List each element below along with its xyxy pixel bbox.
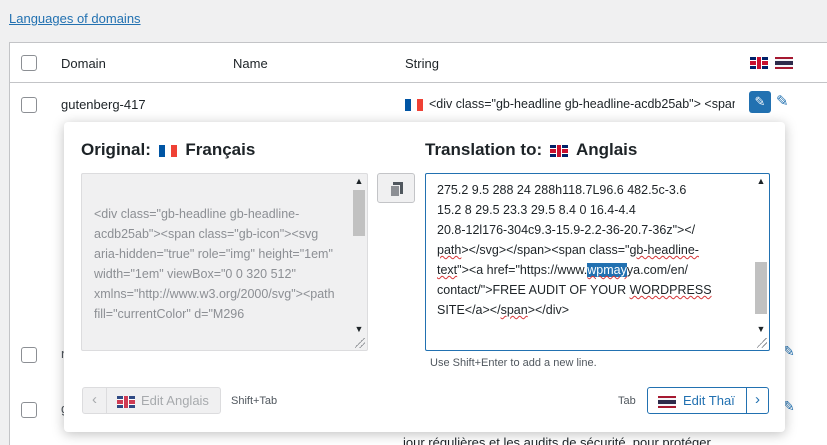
original-scrollbar[interactable]: ▲ ▼ bbox=[351, 174, 367, 350]
edit-next-text: Edit Thaï bbox=[683, 393, 735, 408]
spell-error: text bbox=[437, 263, 458, 277]
translation-scrollbar[interactable]: ▲ ▼ bbox=[753, 174, 769, 350]
edit-next-button[interactable]: Edit Thaï › bbox=[647, 387, 769, 414]
fr-flag-icon bbox=[405, 98, 423, 111]
uk-flag-icon bbox=[750, 57, 768, 69]
translation-line: text"><a href="https://www.wpmayya.com/e… bbox=[437, 260, 747, 280]
scroll-up-icon[interactable]: ▲ bbox=[753, 174, 769, 188]
edit-next-label: Edit Thaï bbox=[658, 393, 735, 408]
selected-text: wpmay bbox=[587, 263, 627, 277]
translation-label: Translation to: bbox=[425, 140, 543, 159]
scroll-down-icon[interactable]: ▼ bbox=[753, 322, 769, 336]
tab-shortcut: Tab bbox=[618, 395, 636, 407]
edit-previous-button[interactable]: ‹ Edit Anglais bbox=[82, 387, 221, 414]
translation-line: 15.2 8 29.5 23.3 29.5 8.4 0 16.4-4.4 bbox=[437, 203, 636, 217]
resize-grip-icon[interactable] bbox=[355, 338, 365, 348]
row-domain: gutenberg-417 bbox=[61, 97, 146, 112]
scroll-thumb[interactable] bbox=[353, 190, 365, 236]
edit-english-button[interactable]: ✎ bbox=[749, 91, 771, 113]
edit-previous-label: Edit Anglais bbox=[117, 393, 209, 408]
original-title: Original: Français bbox=[81, 140, 255, 160]
translation-title: Translation to: Anglais bbox=[425, 140, 637, 160]
original-text: <div class="gb-headline gb-headline-acdb… bbox=[94, 207, 335, 321]
copy-icon-back bbox=[390, 185, 400, 197]
row-string-text: <div class="gb-headline gb-headline-acdb… bbox=[429, 97, 735, 111]
translation-line: contact/">FREE AUDIT OF YOUR WORDPRESS bbox=[437, 280, 747, 300]
translation-line: 275.2 9.5 288 24 288h118.7L96.6 482.5c-3… bbox=[437, 183, 687, 197]
text-segment: ></svg></span><span class=" bbox=[461, 243, 630, 257]
column-name[interactable]: Name bbox=[233, 56, 268, 71]
select-all-checkbox[interactable] bbox=[21, 55, 37, 71]
row-checkbox[interactable] bbox=[21, 347, 37, 363]
text-segment: "><a href="https://www. bbox=[457, 263, 588, 277]
row-checkbox[interactable] bbox=[21, 402, 37, 418]
new-line-hint: Use Shift+Enter to add a new line. bbox=[430, 357, 597, 369]
copy-original-button[interactable] bbox=[377, 173, 415, 203]
row-checkbox[interactable] bbox=[21, 97, 37, 113]
column-string[interactable]: String bbox=[405, 56, 439, 71]
text-segment: SITE</a></ bbox=[437, 303, 501, 317]
shift-tab-shortcut: Shift+Tab bbox=[231, 395, 278, 407]
uk-flag-icon bbox=[549, 144, 568, 157]
original-language: Français bbox=[185, 140, 256, 159]
spell-error: path bbox=[437, 243, 462, 257]
table-header: Domain Name String bbox=[10, 43, 827, 83]
translation-line: path></svg></span><span class="gb-headli… bbox=[437, 240, 747, 260]
translation-line: 20.8-12l176-304c9.3-15.9-2.2-36-20.7-36z… bbox=[437, 223, 696, 237]
text-segment: contact/">FREE AUDIT OF YOUR bbox=[437, 283, 630, 297]
scroll-up-icon[interactable]: ▲ bbox=[351, 174, 367, 188]
edit-thai-pencil-icon[interactable]: ✎ bbox=[776, 92, 789, 112]
th-flag-icon bbox=[775, 57, 793, 69]
spell-error: WORDPRESS bbox=[629, 283, 712, 297]
chevron-right-icon: › bbox=[746, 388, 768, 413]
row-string-partial: jour régulières et les audits de sécurit… bbox=[403, 435, 711, 445]
resize-grip-icon[interactable] bbox=[757, 338, 767, 348]
translation-language: Anglais bbox=[575, 140, 638, 159]
spell-error: span bbox=[500, 303, 528, 317]
spell-error: gb-headline- bbox=[629, 243, 699, 257]
fr-flag-icon bbox=[158, 144, 177, 157]
th-flag-icon bbox=[658, 395, 676, 408]
languages-of-domains-link[interactable]: Languages of domains bbox=[9, 11, 141, 26]
row-string: <div class="gb-headline gb-headline-acdb… bbox=[405, 94, 735, 120]
text-segment: ya.com/en/ bbox=[626, 263, 689, 277]
chevron-left-icon: ‹ bbox=[83, 388, 107, 413]
pencil-icon: ✎ bbox=[754, 94, 766, 109]
translation-line: SITE</a></span></div> bbox=[437, 300, 747, 320]
uk-flag-icon bbox=[117, 395, 135, 408]
scroll-thumb[interactable] bbox=[755, 262, 767, 314]
text-segment: ></div> bbox=[527, 303, 570, 317]
translation-editor-modal: Original: Français Translation to: Angla… bbox=[64, 122, 785, 432]
scroll-down-icon[interactable]: ▼ bbox=[351, 322, 367, 336]
translation-textarea[interactable]: 275.2 9.5 288 24 288h118.7L96.6 482.5c-3… bbox=[425, 173, 770, 351]
translation-text: 275.2 9.5 288 24 288h118.7L96.6 482.5c-3… bbox=[437, 180, 747, 320]
column-domain[interactable]: Domain bbox=[61, 56, 106, 71]
edit-previous-text: Edit Anglais bbox=[141, 393, 209, 408]
original-label: Original: bbox=[81, 140, 151, 159]
original-text-box[interactable]: <div class="gb-headline gb-headline-acdb… bbox=[81, 173, 368, 351]
